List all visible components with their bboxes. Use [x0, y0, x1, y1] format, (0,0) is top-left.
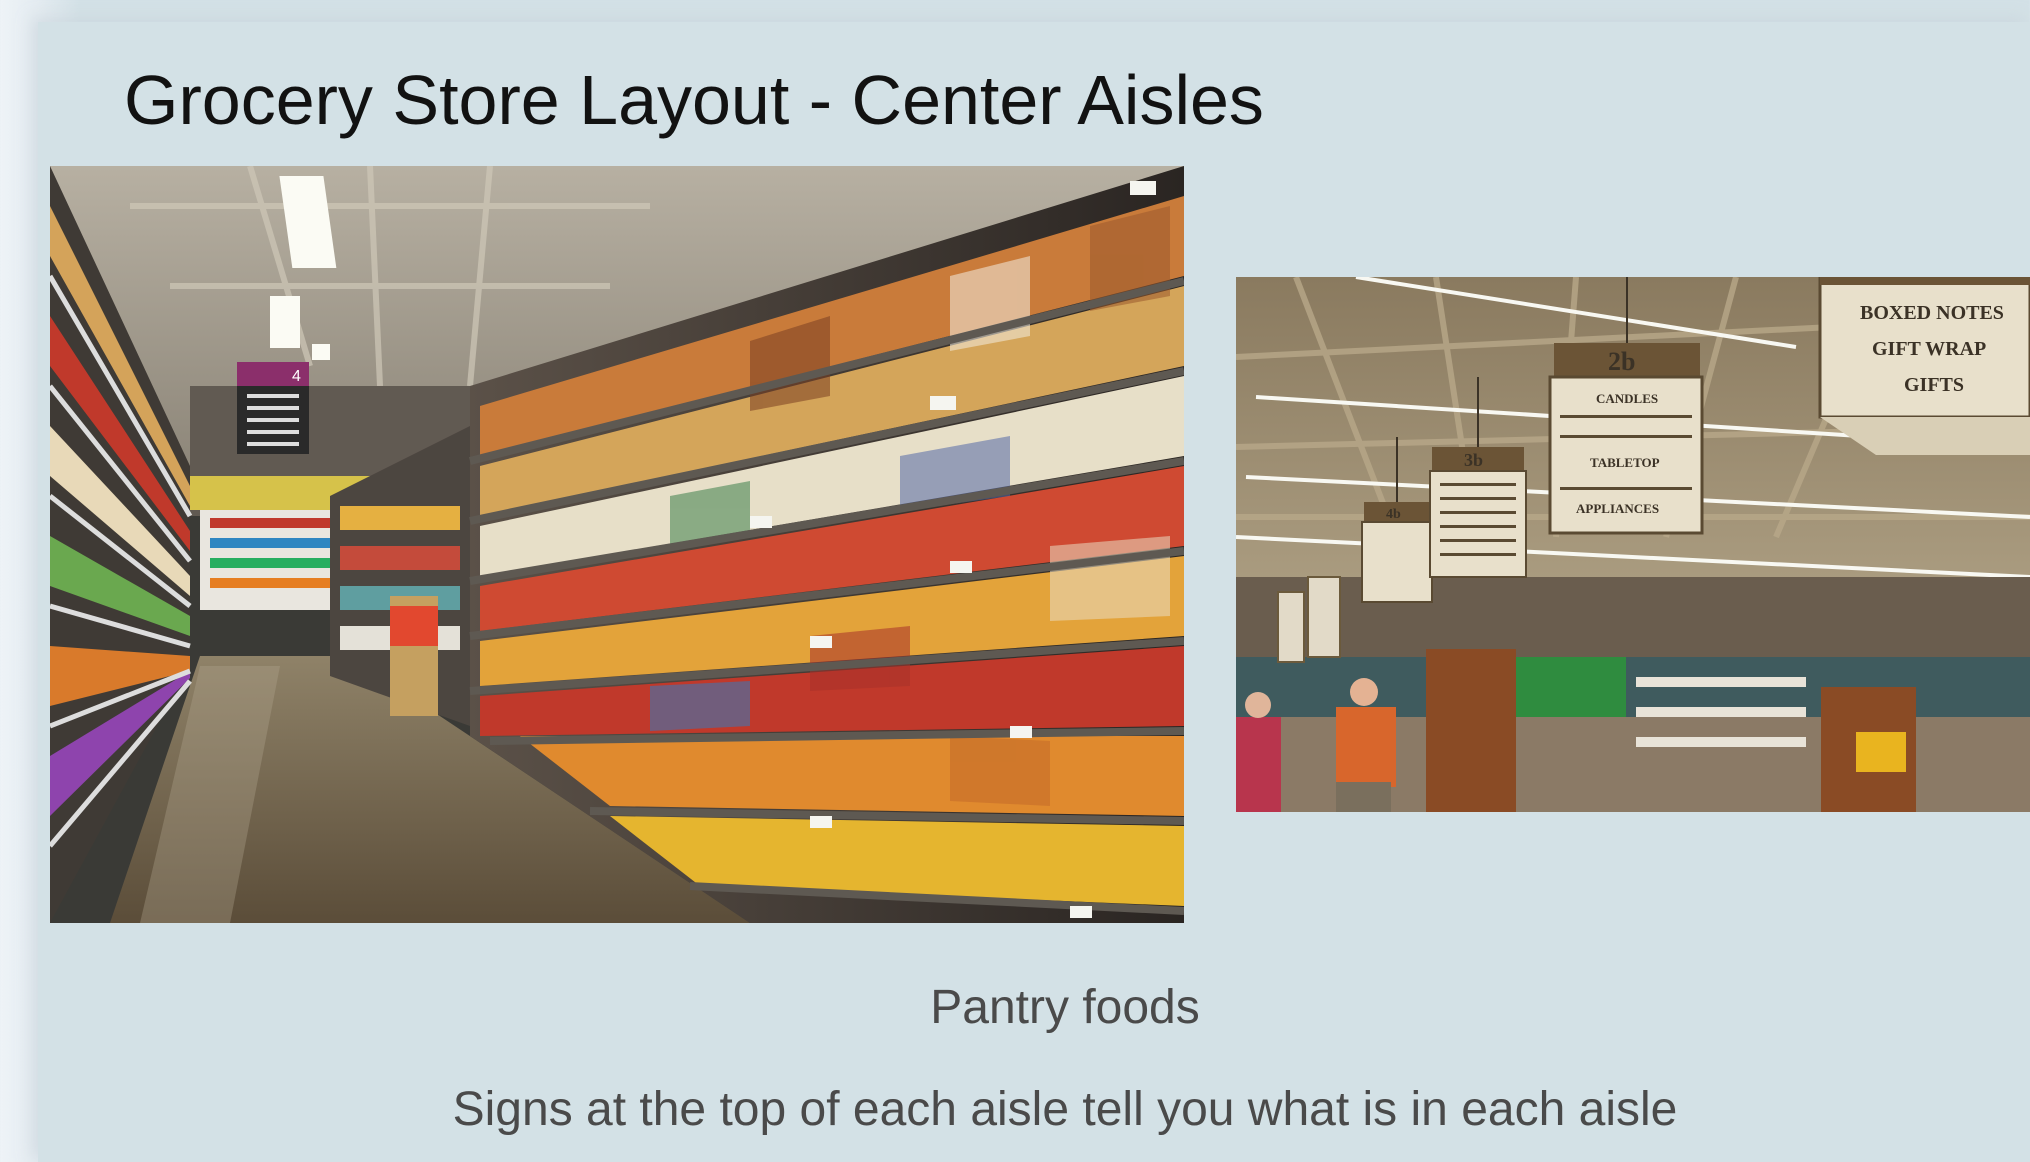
sign-2b-line-candles: CANDLES — [1596, 391, 1658, 406]
slide-title: Grocery Store Layout - Center Aisles — [124, 61, 1264, 139]
hanging-sign-number: 4 — [292, 368, 301, 385]
sign-2b-line-appliances: APPLIANCES — [1576, 501, 1659, 516]
grocery-aisle-photo: 4 — [50, 166, 1184, 923]
big-sign-line-gift-wrap: GIFT WRAP — [1872, 338, 1986, 360]
sign-2b-number: 2b — [1608, 347, 1635, 376]
big-sign-line-boxed-notes: BOXED NOTES — [1860, 302, 2004, 324]
caption-aisle-signs: Signs at the top of each aisle tell you … — [452, 1083, 1678, 1136]
sign-3b-number: 3b — [1464, 450, 1483, 470]
aisle-signs-illustration: 4b 3b 2b CANDLES TABLETOP APPLIANCES BOX… — [1236, 277, 2030, 812]
sign-2b-line-tabletop: TABLETOP — [1590, 455, 1660, 470]
grocery-aisle-illustration: 4 — [50, 166, 1184, 923]
big-sign-line-gifts: GIFTS — [1904, 374, 1964, 396]
caption-pantry-foods: Pantry foods — [930, 981, 1200, 1034]
sign-4b-number: 4b — [1386, 507, 1401, 522]
aisle-signs-photo: 4b 3b 2b CANDLES TABLETOP APPLIANCES BOX… — [1236, 277, 2030, 812]
